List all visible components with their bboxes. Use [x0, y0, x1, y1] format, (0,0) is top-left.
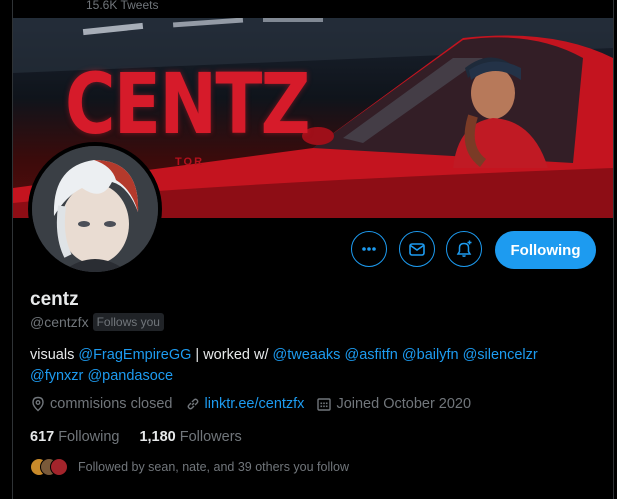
bio-text: | worked w/: [191, 347, 273, 363]
notifications-button[interactable]: [446, 231, 482, 267]
bio-mention-tweaaks[interactable]: @tweaaks: [273, 347, 341, 363]
location-pin-icon: [32, 396, 44, 412]
followers-stat[interactable]: 1,180 Followers: [139, 429, 241, 445]
follows-you-badge: Follows you: [92, 313, 164, 331]
bio-mention-pandasoce[interactable]: @pandasoce: [87, 368, 173, 384]
mutual-avatar: [50, 458, 68, 476]
bell-plus-icon: [456, 240, 472, 257]
calendar-icon: [317, 398, 332, 411]
followed-by-text: Followed by sean, nate, and 39 others yo…: [78, 460, 350, 474]
website-item[interactable]: linktr.ee/centzfx: [185, 396, 305, 412]
mutual-avatars: [30, 458, 70, 476]
message-button[interactable]: [399, 231, 435, 267]
user-handle: @centzfx: [30, 314, 89, 330]
banner-subtitle: TOR: [175, 156, 205, 168]
bio-mention-fragempire[interactable]: @FragEmpireGG: [78, 347, 191, 363]
bio-mention-bailyfn[interactable]: @bailyfn: [402, 347, 459, 363]
envelope-icon: [409, 243, 425, 256]
followers-you-know[interactable]: Followed by sean, nate, and 39 others yo…: [30, 458, 349, 476]
following-count: 617: [30, 429, 55, 445]
link-icon: [187, 398, 198, 410]
follow-stats: 617 Following 1,180 Followers: [30, 429, 262, 445]
handle-row: @centzfx Follows you: [30, 313, 164, 331]
following-button[interactable]: Following: [495, 231, 596, 269]
ellipsis-icon: [362, 247, 376, 251]
bio-mention-fynxzr[interactable]: @fynxzr: [30, 368, 83, 384]
display-name: centz: [30, 289, 79, 310]
avatar-image: [32, 146, 158, 272]
joined-text: Joined October 2020: [336, 396, 472, 412]
bio-text: visuals: [30, 347, 79, 363]
followers-count: 1,180: [139, 429, 176, 445]
profile-frame: 15.6K Tweets CENTZ TOR Following centz @…: [12, 0, 614, 499]
banner-logo-text: CENTZ: [65, 55, 311, 153]
following-stat[interactable]: 617 Following: [30, 429, 119, 445]
location-item: commisions closed: [30, 396, 173, 412]
profile-avatar[interactable]: [28, 142, 162, 276]
tweet-count: 15.6K Tweets: [86, 0, 159, 12]
following-stat-label: Following: [58, 429, 120, 445]
joined-item: Joined October 2020: [316, 396, 471, 412]
followers-stat-label: Followers: [179, 429, 242, 445]
profile-meta: commisions closed linktr.ee/centzfx Join…: [30, 396, 483, 412]
website-link[interactable]: linktr.ee/centzfx: [205, 396, 305, 412]
bio-mention-silencelzr[interactable]: @silencelzr: [463, 347, 538, 363]
profile-bio: visuals @FragEmpireGG | worked w/ @tweaa…: [30, 345, 590, 387]
more-options-button[interactable]: [351, 231, 387, 267]
location-text: commisions closed: [50, 396, 173, 412]
bio-mention-asfitfn[interactable]: @asfitfn: [344, 347, 397, 363]
